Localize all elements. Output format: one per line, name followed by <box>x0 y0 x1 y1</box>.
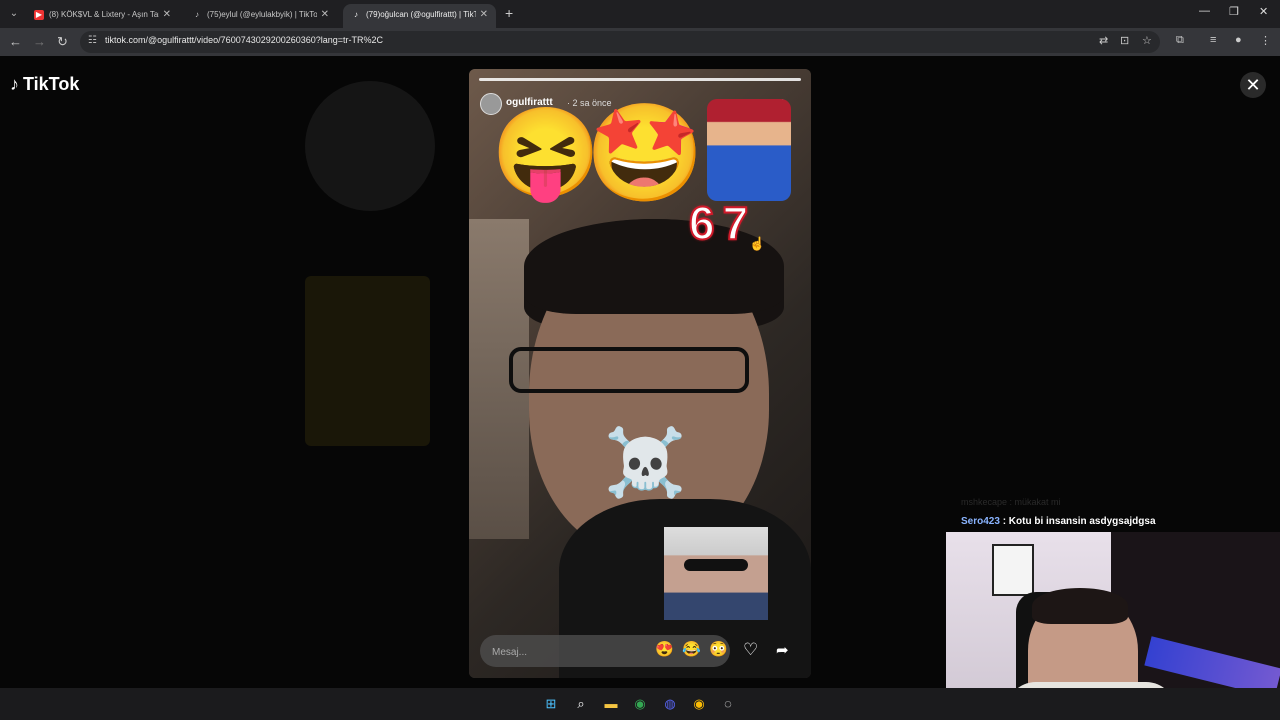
webcam-streamer-hair <box>1032 588 1128 624</box>
story-person-glasses <box>509 347 749 393</box>
close-tab-icon[interactable]: ✕ <box>321 4 329 26</box>
logo-text: TikTok <box>23 74 80 94</box>
forward-icon[interactable]: → <box>33 34 46 50</box>
close-tab-icon[interactable]: ✕ <box>163 4 171 26</box>
blurred-profile-avatar <box>305 81 435 211</box>
search-icon[interactable]: ⌕ <box>572 695 590 713</box>
story-progress-bar <box>479 78 801 81</box>
mouse-cursor-icon: ☝ <box>749 236 766 251</box>
address-bar[interactable]: ☷ tiktok.com/@ogulfirattt/video/76007430… <box>80 31 1160 53</box>
restore-icon[interactable]: ❐ <box>1229 5 1239 18</box>
close-story-button[interactable]: ✕ <box>1240 72 1266 98</box>
tiktok-icon: ♪ <box>195 10 199 19</box>
media-controls-icon[interactable]: ≡ <box>1210 34 1216 46</box>
install-app-icon[interactable]: ⊡ <box>1120 34 1129 47</box>
message-input[interactable] <box>490 643 634 661</box>
close-window-icon[interactable]: ✕ <box>1259 5 1268 18</box>
translate-icon[interactable]: ⇄ <box>1099 34 1108 47</box>
discord-icon[interactable]: ◍ <box>661 695 679 713</box>
chat-message: Sero423 : Kotu bi insansin asdygsajdgsa <box>961 516 1156 527</box>
tiktok-note-icon: ♪ <box>10 74 19 94</box>
extensions-icon[interactable]: ⧉ <box>1176 34 1184 47</box>
blurred-video-thumbnail <box>305 276 430 446</box>
url-text[interactable]: tiktok.com/@ogulfirattt/video/7600743029… <box>105 35 383 45</box>
tab-tiktok-eylul[interactable]: ♪ (75)eylul (@eylulakbyik) | TikTok ✕ <box>184 4 337 28</box>
new-tab-button[interactable]: + <box>505 5 513 21</box>
quick-reaction-heart-eyes[interactable]: 😍 <box>655 642 674 657</box>
obs-icon[interactable]: ◌ <box>719 695 737 713</box>
sticker-skull-emoji: ☠️ <box>604 425 687 499</box>
tab-title: (8) KÖK$VL & Lixtery - Aşın Tar <box>49 10 159 19</box>
quick-reaction-flushed[interactable]: 😳 <box>709 642 728 657</box>
bookmark-star-icon[interactable]: ☆ <box>1142 34 1152 47</box>
minimize-icon[interactable]: — <box>1199 5 1210 17</box>
tab-search-icon[interactable]: ⌄ <box>6 6 22 22</box>
tab-title: (79)oğulcan (@ogulfirattt) | TikT <box>366 10 476 19</box>
share-icon[interactable]: ➦ <box>776 641 789 659</box>
close-tab-icon[interactable]: ✕ <box>480 4 488 26</box>
tab-youtube[interactable]: ▶ (8) KÖK$VL & Lixtery - Aşın Tar ✕ <box>26 4 179 28</box>
story-viewer[interactable]: ogulfirattt · 2 sa önce 🔈 😝 🤩 67 ☠️ 😍 😂 … <box>469 69 811 678</box>
back-icon[interactable]: ← <box>9 34 22 50</box>
profile-avatar-icon[interactable]: ● <box>1235 34 1242 46</box>
tab-title: (75)eylul (@eylulakbyik) | TikTok <box>207 10 317 19</box>
menu-kebab-icon[interactable]: ⋮ <box>1260 34 1271 47</box>
sticker-mario-character <box>707 99 791 201</box>
webcam-cat-poster <box>992 544 1034 596</box>
quick-reaction-laughing[interactable]: 😂 <box>682 642 701 657</box>
sticker-sunglasses-man <box>664 527 768 620</box>
sticker-67-text: 67 <box>688 196 757 250</box>
chrome-icon[interactable]: ◉ <box>631 695 649 713</box>
site-info-icon[interactable]: ☷ <box>88 35 97 46</box>
file-explorer-icon[interactable]: ▬ <box>602 695 620 713</box>
like-heart-icon[interactable]: ♡ <box>743 640 758 660</box>
chat-message-faded: mshkecape : mükakat mi <box>961 497 1061 507</box>
chat-text: : Kotu bi insansin asdygsajdgsa <box>999 516 1156 527</box>
tab-strip: ⌄ ▶ (8) KÖK$VL & Lixtery - Aşın Tar ✕ ♪ … <box>0 0 1280 28</box>
sticker-star-struck-emoji: 🤩 <box>585 100 705 207</box>
tiktok-logo[interactable]: ♪ TikTok <box>10 74 79 95</box>
youtube-icon: ▶ <box>34 10 44 20</box>
reload-icon[interactable]: ↻ <box>57 34 68 50</box>
chat-username: Sero423 <box>961 516 1000 527</box>
chrome-active-icon[interactable]: ◉ <box>690 695 708 713</box>
windows-start-icon[interactable]: ⊞ <box>542 695 560 713</box>
tiktok-icon: ♪ <box>354 10 358 19</box>
message-composer[interactable]: 😍 😂 😳 <box>480 635 730 667</box>
tab-tiktok-ogulcan[interactable]: ♪ (79)oğulcan (@ogulfirattt) | TikT ✕ <box>343 4 496 28</box>
sticker-sunglasses <box>684 559 748 571</box>
